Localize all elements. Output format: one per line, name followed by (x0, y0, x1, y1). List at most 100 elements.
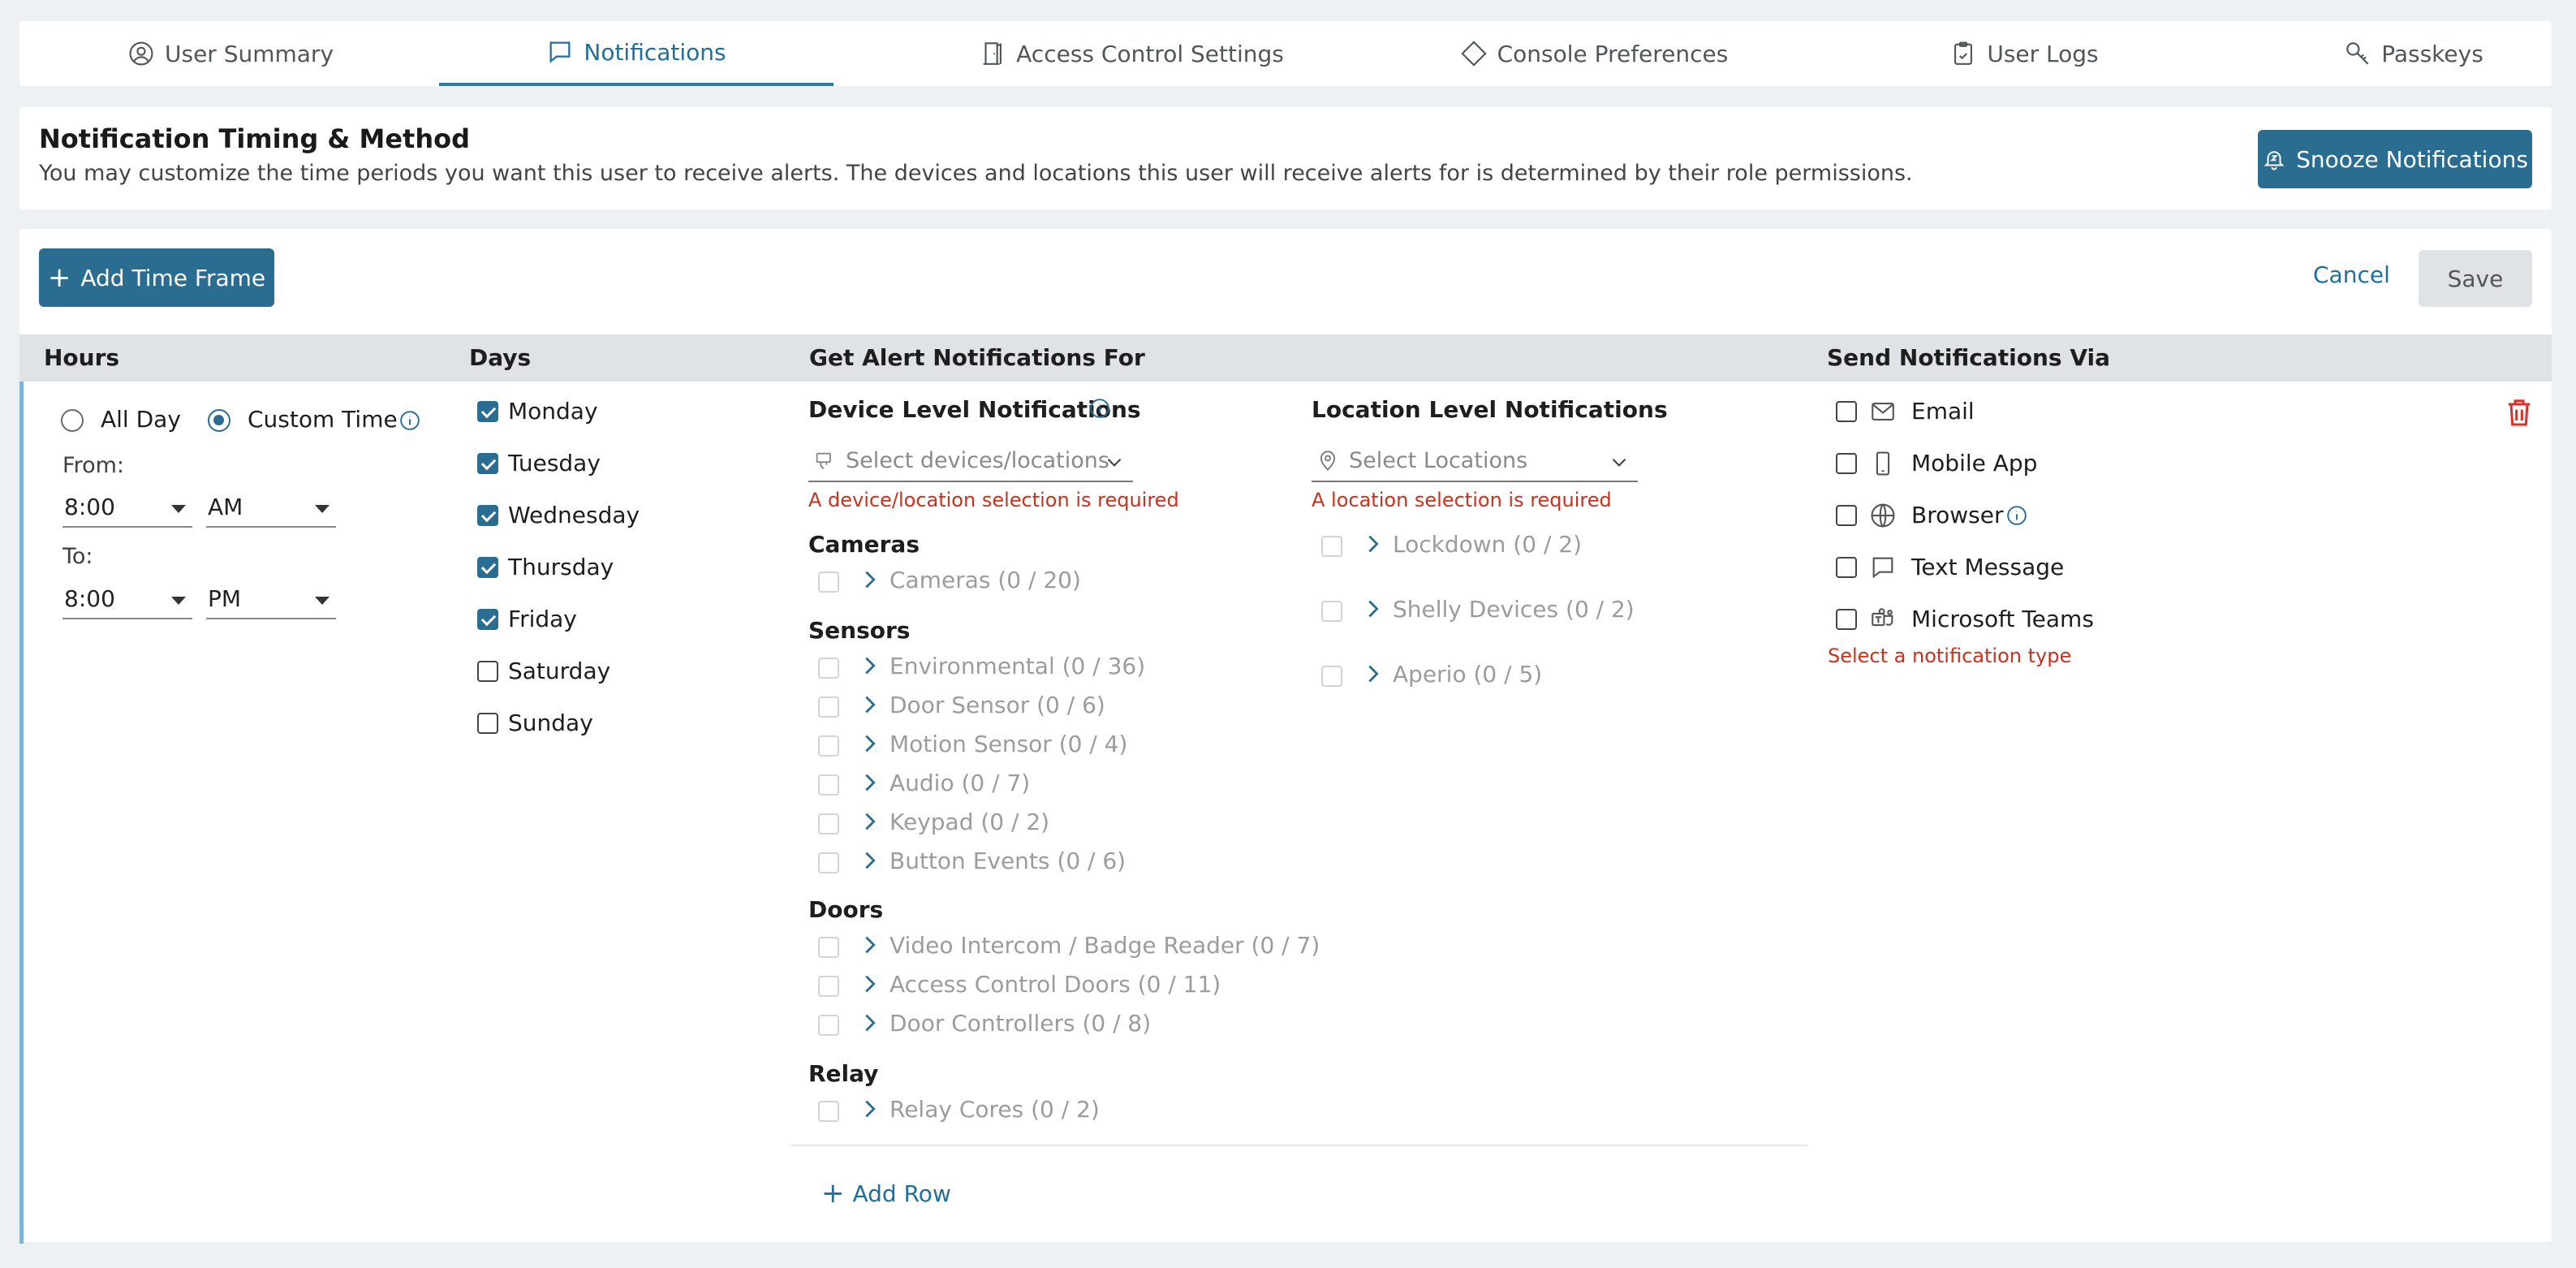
bell-snooze-icon (2264, 151, 2285, 170)
tab-access-control-settings[interactable]: Access Control Settings (920, 21, 1342, 86)
chevron-right-icon[interactable] (859, 693, 881, 716)
column-header-row: Hours Days Get Alert Notifications For S… (19, 334, 2552, 382)
day-checkbox-sunday[interactable] (477, 713, 498, 734)
chevron-right-icon[interactable] (859, 1098, 881, 1120)
tab-passkeys[interactable]: Passkeys (2203, 21, 2576, 86)
add-time-frame-button[interactable]: + Add Time Frame (39, 248, 274, 307)
day-checkbox-monday[interactable] (477, 401, 498, 422)
caret-down-icon (315, 505, 330, 513)
location-select-placeholder: Select Locations (1349, 448, 1528, 473)
tab-label: Passkeys (2381, 40, 2483, 67)
send-checkbox-browser[interactable] (1836, 505, 1857, 526)
item-checkbox[interactable] (818, 658, 839, 679)
cancel-button[interactable]: Cancel (2313, 261, 2390, 288)
send-checkbox-email[interactable] (1836, 401, 1857, 422)
day-checkbox-saturday[interactable] (477, 661, 498, 682)
add-time-frame-label: Add Time Frame (80, 264, 266, 291)
device-item-label: Environmental (0 / 36) (890, 653, 1146, 679)
item-checkbox[interactable] (1321, 601, 1342, 622)
page-title: Notification Timing & Method (39, 123, 470, 154)
info-icon[interactable] (399, 410, 420, 431)
chevron-right-icon[interactable] (1362, 597, 1385, 620)
item-checkbox[interactable] (1321, 666, 1342, 687)
message-bubble-icon (1872, 557, 1893, 579)
chevron-right-icon[interactable] (859, 654, 881, 677)
tab-notifications[interactable]: Notifications (439, 21, 834, 86)
info-icon[interactable] (2006, 505, 2027, 526)
send-checkbox-text-message[interactable] (1836, 557, 1857, 578)
send-label: Email (1911, 398, 1975, 425)
add-row-label: Add Row (852, 1180, 951, 1207)
to-ampm-select[interactable]: PM (206, 582, 336, 619)
page-description: You may customize the time periods you w… (39, 161, 1913, 186)
from-label: From: (62, 453, 124, 478)
tab-console-preferences[interactable]: Console Preferences (1383, 21, 1805, 86)
day-checkbox-friday[interactable] (477, 609, 498, 630)
tab-bar: User Summary Notifications Access Contro… (19, 21, 2552, 86)
plus-icon: + (47, 261, 71, 294)
day-checkbox-thursday[interactable] (477, 557, 498, 578)
add-row-button[interactable]: + Add Row (821, 1180, 951, 1207)
info-icon[interactable] (1089, 398, 1110, 419)
day-checkbox-wednesday[interactable] (477, 505, 498, 526)
all-day-radio[interactable] (61, 409, 84, 432)
item-checkbox[interactable] (818, 1101, 839, 1122)
send-error-message: Select a notification type (1828, 645, 2072, 667)
custom-time-radio[interactable] (208, 409, 230, 432)
globe-icon (1871, 503, 1895, 528)
group-title-doors: Doors (808, 896, 884, 923)
send-label: Browser (1911, 502, 2004, 528)
to-ampm-value: PM (208, 585, 242, 612)
location-select-dropdown[interactable]: Select Locations (1312, 442, 1638, 482)
chevron-right-icon[interactable] (1362, 533, 1385, 555)
item-checkbox[interactable] (818, 774, 839, 796)
device-item-label: Door Controllers (0 / 8) (890, 1010, 1152, 1037)
chevron-right-icon[interactable] (859, 771, 881, 794)
device-select-dropdown[interactable]: Select devices/locations (808, 442, 1133, 482)
to-time-value: 8:00 (64, 585, 115, 612)
item-checkbox[interactable] (818, 1015, 839, 1036)
to-time-select[interactable]: 8:00 (62, 582, 192, 619)
tab-label: Console Preferences (1497, 40, 1729, 67)
chevron-down-icon (1107, 458, 1122, 467)
item-checkbox[interactable] (818, 937, 839, 958)
day-checkbox-tuesday[interactable] (477, 453, 498, 474)
item-checkbox[interactable] (818, 571, 839, 593)
row-accent-bar (19, 382, 24, 1244)
chevron-right-icon[interactable] (859, 568, 881, 591)
tab-user-summary[interactable]: User Summary (19, 21, 442, 86)
tab-label: Access Control Settings (1016, 40, 1284, 67)
snooze-notifications-button[interactable]: Snooze Notifications (2258, 130, 2532, 188)
device-item-label: Button Events (0 / 6) (890, 847, 1126, 874)
chevron-right-icon[interactable] (859, 934, 881, 956)
device-item-label: Motion Sensor (0 / 4) (890, 731, 1128, 757)
plus-icon: + (821, 1177, 845, 1210)
item-checkbox[interactable] (818, 976, 839, 997)
from-ampm-select[interactable]: AM (206, 490, 336, 528)
day-label: Tuesday (508, 450, 601, 477)
chevron-right-icon[interactable] (859, 1011, 881, 1034)
item-checkbox[interactable] (1321, 536, 1342, 557)
day-label: Friday (508, 606, 577, 632)
chevron-right-icon[interactable] (859, 973, 881, 995)
chevron-right-icon[interactable] (859, 849, 881, 872)
item-checkbox[interactable] (818, 735, 839, 757)
item-checkbox[interactable] (818, 852, 839, 873)
clipboard-icon (1954, 41, 1973, 65)
location-error-message: A location selection is required (1312, 489, 1612, 511)
save-button[interactable]: Save (2419, 250, 2532, 307)
chevron-right-icon[interactable] (1362, 662, 1385, 685)
from-time-select[interactable]: 8:00 (62, 490, 192, 528)
location-item-label: Aperio (0 / 5) (1393, 661, 1543, 688)
item-checkbox[interactable] (818, 697, 839, 718)
item-checkbox[interactable] (818, 813, 839, 835)
chevron-right-icon[interactable] (859, 732, 881, 755)
teams-icon (1872, 608, 1893, 627)
send-checkbox-mobile-app[interactable] (1836, 453, 1857, 474)
user-circle-icon (129, 41, 153, 66)
chevron-right-icon[interactable] (859, 810, 881, 833)
tab-user-logs[interactable]: User Logs (1813, 21, 2235, 86)
caret-down-icon (171, 597, 186, 605)
send-checkbox-microsoft-teams[interactable] (1836, 609, 1857, 630)
trash-icon[interactable] (2503, 395, 2535, 430)
